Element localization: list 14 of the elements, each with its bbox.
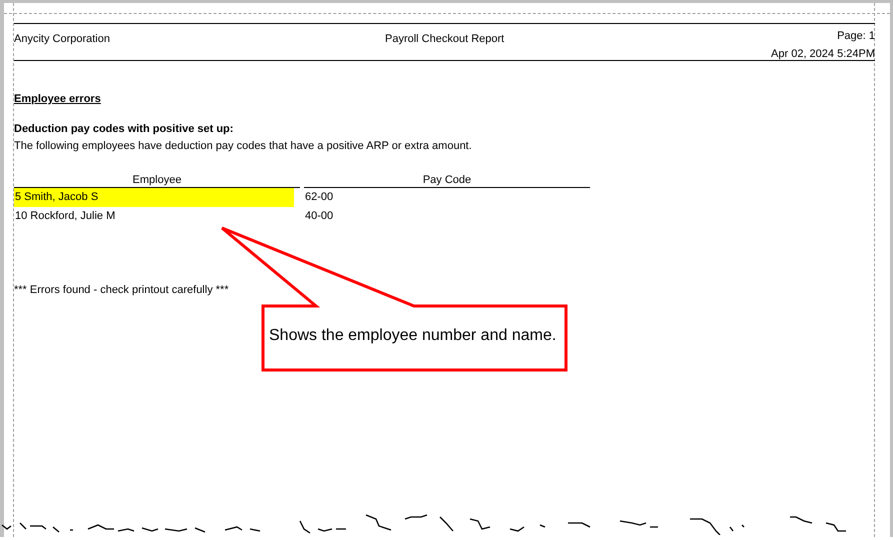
table-cell-text: 40-00 xyxy=(304,209,334,224)
report-timestamp: Apr 02, 2024 5:24PM xyxy=(771,48,875,60)
footer-note: *** Errors found - check printout carefully *** xyxy=(14,284,229,296)
subsection-title: Deduction pay codes with positive set up: xyxy=(14,123,234,135)
section-title: Employee errors xyxy=(14,93,101,105)
company-name: Anycity Corporation xyxy=(14,32,110,47)
column-header: Pay Code xyxy=(304,174,590,188)
report-title: Payroll Checkout Report xyxy=(385,33,504,45)
table-cell-text: 62-00 xyxy=(304,190,334,205)
callout-text: Shows the employee number and name. xyxy=(269,327,556,345)
description-text: The following employees have deduction pay codes that have a positive ARP or extra amount. xyxy=(14,140,472,152)
table-cell-text: 10 Rockford, Julie M xyxy=(14,209,116,224)
page-number: Page: 1 xyxy=(837,30,875,42)
table-cell: 5 Smith, Jacob S xyxy=(14,188,294,207)
